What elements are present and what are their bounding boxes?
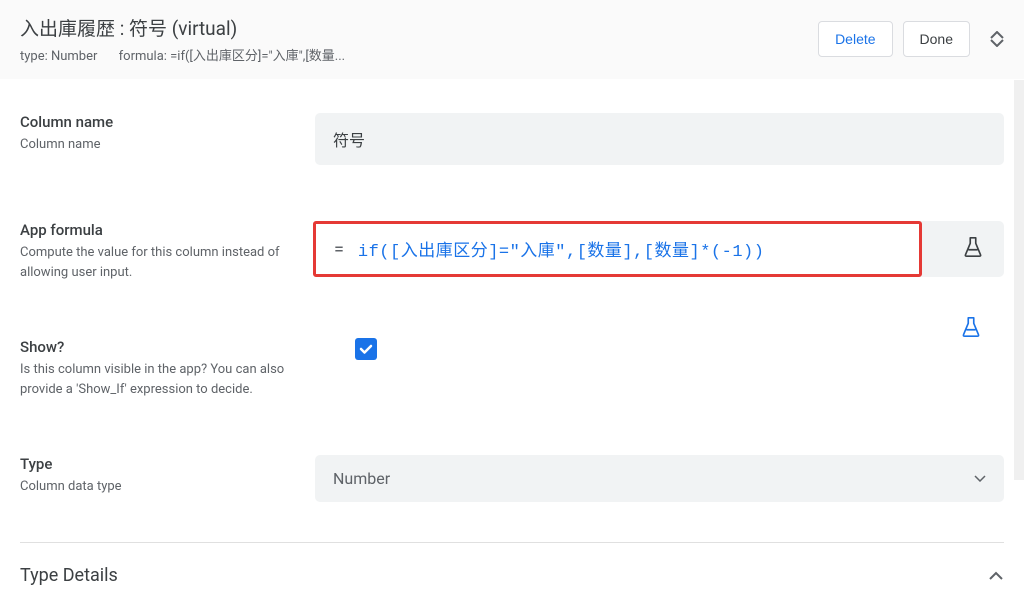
formula-container: = if([入出庫区分]="入庫",[数量],[数量]*(-1)) — [315, 221, 1004, 277]
dropdown-icon — [974, 475, 986, 482]
scrollbar[interactable] — [1014, 80, 1024, 480]
content-area: Column name Column name 符号 App formula C… — [0, 79, 1024, 596]
label-title: App formula — [20, 221, 295, 239]
chevron-up-icon — [990, 31, 1004, 39]
field-app-formula: App formula Compute the value for this c… — [20, 193, 1004, 310]
field-label: App formula Compute the value for this c… — [20, 221, 315, 282]
done-button[interactable]: Done — [903, 21, 970, 57]
column-name-input[interactable]: 符号 — [315, 113, 1004, 165]
label-title: Show? — [20, 338, 295, 356]
label-desc: Column data type — [20, 477, 295, 497]
field-column-name: Column name Column name 符号 — [20, 85, 1004, 193]
field-control: Number — [315, 455, 1004, 502]
label-desc: Compute the value for this column instea… — [20, 243, 295, 282]
field-control — [315, 338, 1004, 360]
formula-input[interactable]: = if([入出庫区分]="入庫",[数量],[数量]*(-1)) — [313, 221, 922, 277]
type-select-value: Number — [333, 469, 390, 488]
show-expression-button[interactable] — [960, 316, 982, 342]
type-details-section[interactable]: Type Details — [20, 543, 1004, 596]
type-label: type: Number — [20, 49, 97, 64]
delete-button[interactable]: Delete — [818, 21, 892, 57]
label-desc: Is this column visible in the app? You c… — [20, 360, 295, 399]
field-label: Type Column data type — [20, 455, 315, 497]
type-select[interactable]: Number — [315, 455, 1004, 502]
field-label: Show? Is this column visible in the app?… — [20, 338, 315, 399]
label-desc: Column name — [20, 135, 295, 155]
formula-summary: formula: =if([入出庫区分]="入庫",[数量... — [119, 49, 345, 64]
equals-sign: = — [334, 239, 344, 260]
header-actions: Delete Done — [818, 21, 1004, 57]
label-title: Column name — [20, 113, 295, 131]
field-label: Column name Column name — [20, 113, 315, 155]
field-control: = if([入出庫区分]="入庫",[数量],[数量]*(-1)) — [315, 221, 1004, 277]
panel-header: 入出庫履歴 : 符号 (virtual) type: Number formul… — [0, 0, 1024, 79]
label-title: Type — [20, 455, 295, 473]
field-type: Type Column data type Number — [20, 427, 1004, 530]
chevron-down-icon — [990, 39, 1004, 47]
flask-icon — [962, 236, 984, 258]
reorder-handle[interactable] — [990, 31, 1004, 47]
header-titles: 入出庫履歴 : 符号 (virtual) type: Number formul… — [20, 14, 345, 64]
formula-expression: if([入出庫区分]="入庫",[数量],[数量]*(-1)) — [358, 236, 765, 262]
flask-icon — [960, 316, 982, 338]
show-checkbox[interactable] — [355, 338, 377, 360]
check-icon — [358, 341, 374, 357]
field-control: 符号 — [315, 113, 1004, 165]
field-show: Show? Is this column visible in the app?… — [20, 310, 1004, 427]
page-title: 入出庫履歴 : 符号 (virtual) — [20, 14, 345, 41]
test-formula-button[interactable] — [962, 236, 984, 262]
page-subtitle: type: Number formula: =if([入出庫区分]="入庫",[… — [20, 45, 345, 64]
